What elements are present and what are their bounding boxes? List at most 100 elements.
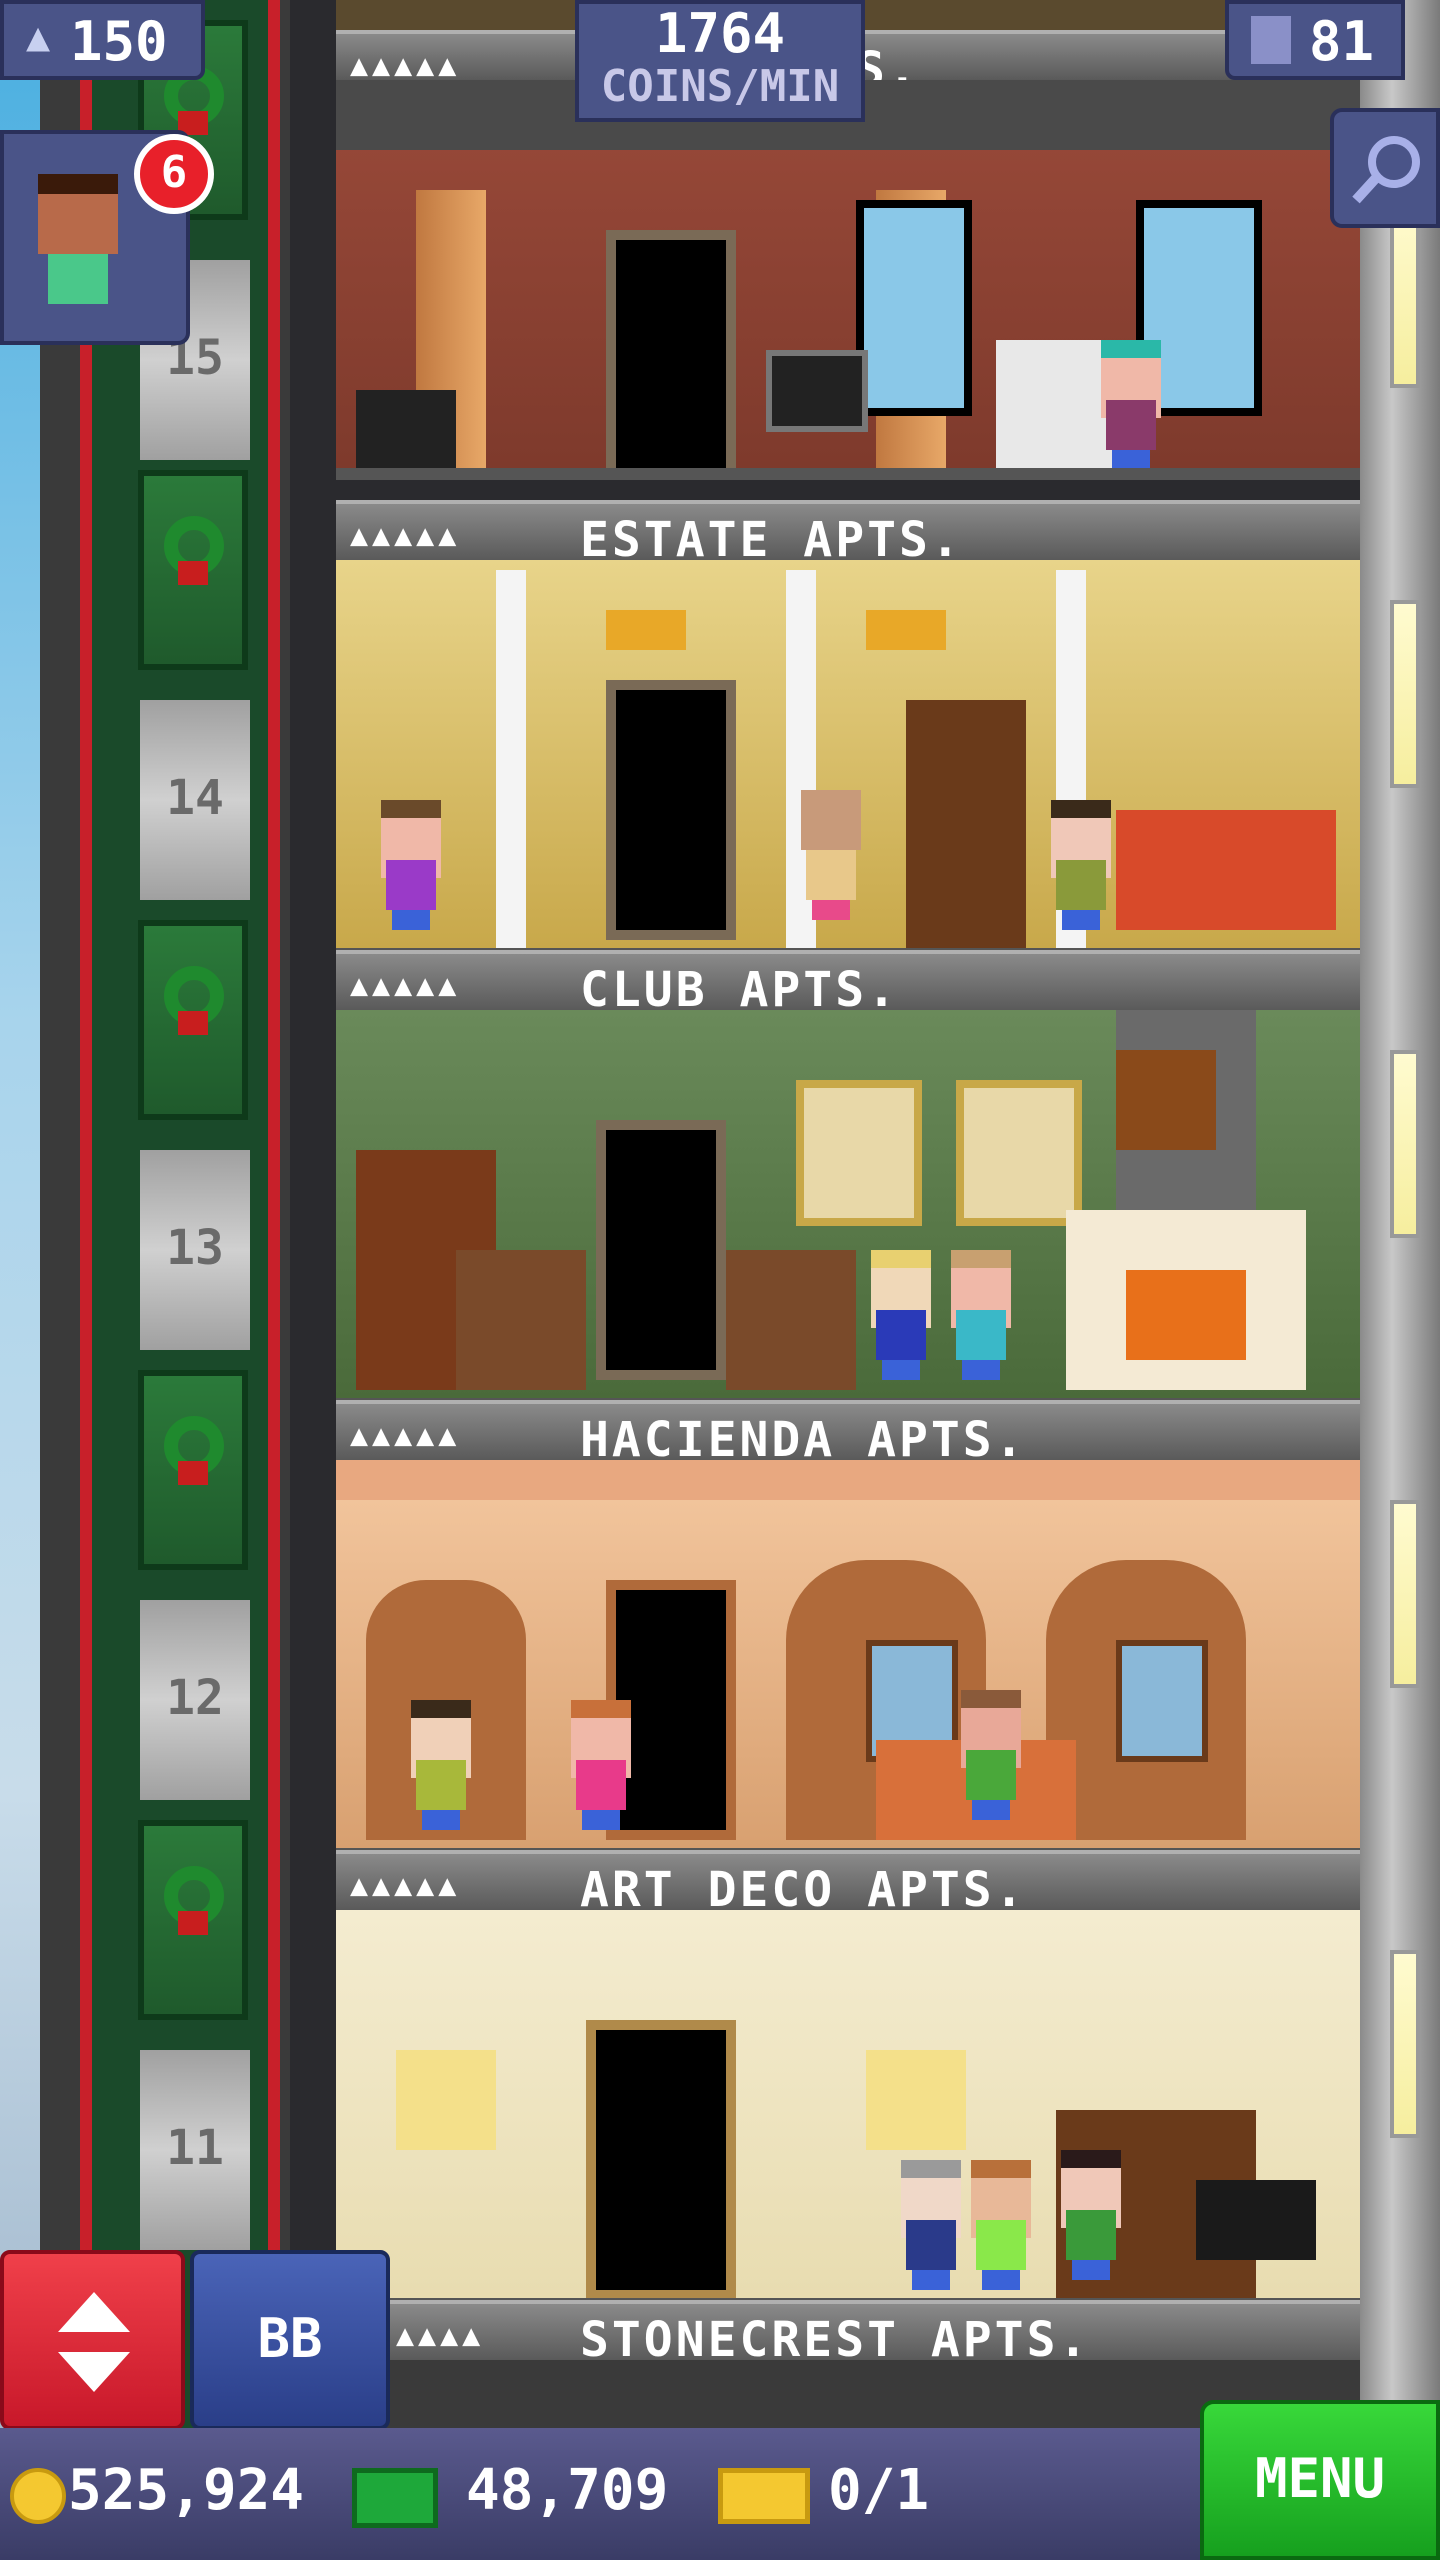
tenant[interactable]	[406, 1700, 476, 1830]
search-button[interactable]	[1330, 108, 1440, 228]
tenant[interactable]	[376, 800, 446, 930]
tenant-legs	[962, 1360, 1000, 1380]
moose-head	[1116, 1050, 1216, 1150]
sofa	[1116, 810, 1336, 930]
elevator-car[interactable]	[138, 470, 248, 670]
tenant-legs	[1072, 2260, 1110, 2280]
floor-banner: ▲▲▲▲ STONECREST APTS.	[336, 2300, 1360, 2368]
tenant[interactable]	[896, 2160, 966, 2290]
notification-badge: 6	[134, 134, 214, 214]
coins-per-minute-value: 1764	[654, 2, 786, 65]
floor-number: 13	[166, 1220, 224, 1276]
tenant[interactable]	[1056, 2150, 1126, 2280]
ceiling-trim	[336, 1460, 1360, 1500]
pillar	[496, 570, 526, 950]
apartment-door[interactable]	[606, 680, 736, 940]
elevator-control-button[interactable]	[0, 2250, 185, 2430]
elevator-car[interactable]	[138, 920, 248, 1120]
apartment-door[interactable]	[586, 2020, 736, 2300]
population-counter[interactable]: ▲ 150	[0, 0, 205, 80]
bux-value: 48,709	[466, 2458, 669, 2523]
floor-count-value: 81	[1309, 10, 1375, 73]
side-window	[1390, 1050, 1420, 1238]
tenant-body	[1056, 860, 1106, 910]
population-value: 150	[70, 10, 168, 73]
tenant-legs	[392, 910, 430, 930]
tenant[interactable]	[956, 1690, 1026, 1820]
floor-number: 12	[166, 1670, 224, 1726]
floor-number-box: 11	[140, 2050, 250, 2250]
menu-button[interactable]: MENU	[1200, 2400, 1440, 2560]
floor-11[interactable]	[336, 1910, 1360, 2310]
tenant-body	[1106, 400, 1156, 450]
armchair	[726, 1250, 856, 1390]
stereo	[1196, 2180, 1316, 2260]
apartment-door[interactable]	[606, 230, 736, 480]
floor-rating-pips: ▲▲▲▲▲	[350, 1868, 461, 1903]
bitbook-button[interactable]: BB	[190, 2250, 390, 2430]
tv	[766, 350, 868, 432]
tenant[interactable]	[966, 2160, 1036, 2290]
floor-banner: ▲▲▲▲▲ ART DECO APTS.	[336, 1850, 1360, 1918]
floor-number-box: 12	[140, 1600, 250, 1800]
fire	[1126, 1270, 1246, 1360]
floor-12[interactable]	[336, 1460, 1360, 1860]
portrait	[796, 1080, 922, 1226]
chandelier	[606, 610, 686, 650]
tenant-legs	[812, 900, 850, 920]
up-down-arrow-icon	[58, 2292, 130, 2392]
floor-count-counter[interactable]: 81	[1225, 0, 1405, 80]
tenant-body	[1066, 2210, 1116, 2260]
bux-icon	[352, 2468, 438, 2528]
tenant-body	[966, 1750, 1016, 1800]
apartment-door[interactable]	[596, 1120, 726, 1380]
population-icon: ▲	[26, 14, 51, 60]
coins-value: 525,924	[68, 2458, 305, 2523]
floor-banner: ▲▲▲▲▲ HACIENDA APTS.	[336, 1400, 1360, 1468]
tenant[interactable]	[566, 1700, 636, 1830]
tenant-body	[956, 1310, 1006, 1360]
tenant[interactable]	[1096, 340, 1166, 470]
elevator-car[interactable]	[138, 1820, 248, 2020]
elevator-car[interactable]	[138, 1370, 248, 1570]
floor-13[interactable]	[336, 1010, 1360, 1410]
side-window	[1390, 200, 1420, 388]
floor-banner: ▲▲▲▲▲ CLUB APTS.	[336, 950, 1360, 1018]
tenant[interactable]	[866, 1250, 936, 1380]
tenant-legs	[982, 2270, 1020, 2290]
floor-rating-pips: ▲▲▲▲▲	[350, 48, 461, 83]
floor-15[interactable]	[336, 80, 1360, 480]
coin-icon	[10, 2468, 66, 2524]
tenant[interactable]	[946, 1250, 1016, 1380]
bow-icon	[178, 1461, 208, 1485]
side-window	[1390, 1500, 1420, 1688]
floor-rating-pips: ▲▲▲▲	[396, 2318, 485, 2353]
tenant-head	[801, 790, 861, 850]
floor-14[interactable]	[336, 560, 1360, 960]
floor-rating-pips: ▲▲▲▲▲	[350, 518, 461, 553]
tenant-legs	[972, 1800, 1010, 1820]
ticket-icon	[718, 2468, 810, 2524]
tenant-body	[976, 2220, 1026, 2270]
tenant-legs	[912, 2270, 950, 2290]
tenant-legs	[1062, 910, 1100, 930]
bow-icon	[178, 561, 208, 585]
bookshelf	[906, 700, 1026, 960]
window	[1116, 1640, 1208, 1762]
tenant-body	[416, 1760, 466, 1810]
chandelier	[866, 610, 946, 650]
armchair	[456, 1250, 586, 1390]
side-window	[1390, 600, 1420, 788]
tenant-body	[906, 2220, 956, 2270]
floor-number: 14	[166, 770, 224, 826]
visitor-notification-card[interactable]: 6	[0, 130, 214, 345]
tenant[interactable]	[796, 790, 866, 920]
tickets-value: 0/1	[828, 2458, 930, 2523]
portrait	[956, 1080, 1082, 1226]
tenant-legs	[422, 1810, 460, 1830]
tenant[interactable]	[1046, 800, 1116, 930]
floor-number-box: 14	[140, 700, 250, 900]
coins-per-minute-label: COINS/MIN	[600, 61, 840, 112]
building-icon	[1251, 16, 1291, 64]
magnifier-icon	[1352, 136, 1420, 204]
